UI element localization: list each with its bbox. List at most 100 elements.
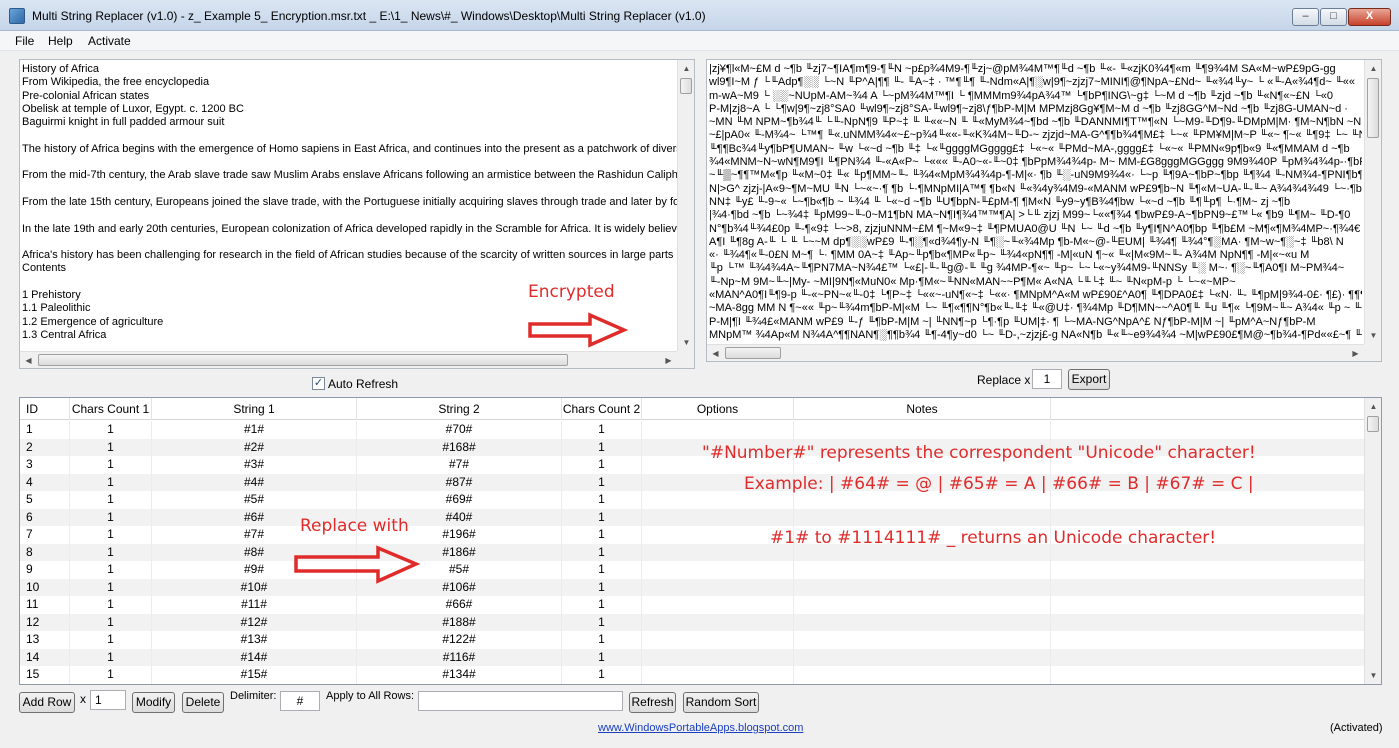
cell-string-2[interactable]: #134# <box>357 666 562 684</box>
minimize-button[interactable]: – <box>1292 8 1319 26</box>
cell-id[interactable]: 14 <box>20 648 70 666</box>
cell-string-1[interactable]: #15# <box>152 666 357 684</box>
cell-options[interactable] <box>642 561 794 579</box>
cell-id[interactable]: 7 <box>20 526 70 544</box>
scroll-left-icon[interactable]: ◀ <box>20 352 37 368</box>
table-row[interactable]: 11 1 #11# #66# 1 <box>20 596 1366 614</box>
cell-chars-count-1[interactable]: 1 <box>70 526 152 544</box>
cell-options[interactable] <box>642 578 794 596</box>
maximize-button[interactable]: □ <box>1320 8 1347 26</box>
cell-chars-count-2[interactable]: 1 <box>562 666 642 684</box>
table-row[interactable]: 12 1 #12# #188# 1 <box>20 613 1366 631</box>
table-row[interactable]: 9 1 #9# #5# 1 <box>20 561 1366 579</box>
cell-string-1[interactable]: #2# <box>152 438 357 456</box>
scroll-thumb[interactable] <box>680 78 692 94</box>
cell-chars-count-2[interactable]: 1 <box>562 543 642 561</box>
scroll-right-icon[interactable]: ▶ <box>660 352 677 368</box>
cell-options[interactable] <box>642 648 794 666</box>
cell-chars-count-2[interactable]: 1 <box>562 491 642 509</box>
cell-id[interactable]: 15 <box>20 666 70 684</box>
cell-string-2[interactable]: #7# <box>357 456 562 474</box>
cell-id[interactable]: 3 <box>20 456 70 474</box>
scroll-down-icon[interactable]: ▼ <box>1365 327 1381 344</box>
cell-string-2[interactable]: #122# <box>357 631 562 649</box>
encrypted-horizontal-scrollbar[interactable]: ◀ ▶ <box>707 344 1364 361</box>
cell-notes[interactable] <box>794 648 1051 666</box>
cell-chars-count-1[interactable]: 1 <box>70 648 152 666</box>
replace-count-input[interactable]: 1 <box>1032 369 1062 389</box>
add-row-button[interactable]: Add Row <box>19 692 75 713</box>
cell-string-2[interactable]: #168# <box>357 438 562 456</box>
cell-id[interactable]: 11 <box>20 596 70 614</box>
cell-notes[interactable] <box>794 666 1051 684</box>
cell-options[interactable] <box>642 508 794 526</box>
cell-notes[interactable] <box>794 578 1051 596</box>
cell-chars-count-2[interactable]: 1 <box>562 508 642 526</box>
column-header-id[interactable]: ID <box>20 398 70 420</box>
column-header-chars-count-2[interactable]: Chars Count 2 <box>562 398 642 420</box>
cell-chars-count-2[interactable]: 1 <box>562 561 642 579</box>
encrypted-text-pane[interactable]: |zj¥¶l«M~£M d ~¶b ╙zj7~¶IA¶m¶9-¶╙N ~p£p¾… <box>706 59 1382 362</box>
encrypted-vertical-scrollbar[interactable]: ▲ ▼ <box>1364 60 1381 344</box>
cell-chars-count-2[interactable]: 1 <box>562 596 642 614</box>
cell-string-1[interactable]: #4# <box>152 473 357 491</box>
scroll-thumb[interactable] <box>38 354 568 366</box>
apply-all-input[interactable] <box>418 691 623 711</box>
menu-help[interactable]: Help <box>48 34 73 48</box>
scroll-up-icon[interactable]: ▲ <box>1365 398 1381 415</box>
scroll-left-icon[interactable]: ◀ <box>707 345 724 361</box>
close-button[interactable]: X <box>1348 8 1391 26</box>
refresh-button[interactable]: Refresh <box>629 692 676 713</box>
cell-string-1[interactable]: #3# <box>152 456 357 474</box>
cell-id[interactable]: 13 <box>20 631 70 649</box>
scroll-right-icon[interactable]: ▶ <box>1347 345 1364 361</box>
scroll-down-icon[interactable]: ▼ <box>1365 667 1381 684</box>
cell-chars-count-1[interactable]: 1 <box>70 543 152 561</box>
scroll-thumb[interactable] <box>725 347 781 359</box>
export-button[interactable]: Export <box>1068 369 1110 390</box>
plain-vertical-scrollbar[interactable]: ▲ ▼ <box>677 60 694 351</box>
row-count-input[interactable]: 1 <box>90 690 126 710</box>
cell-chars-count-2[interactable]: 1 <box>562 526 642 544</box>
cell-chars-count-2[interactable]: 1 <box>562 473 642 491</box>
delimiter-input[interactable]: # <box>280 691 320 711</box>
cell-string-1[interactable]: #12# <box>152 613 357 631</box>
column-header-string-1[interactable]: String 1 <box>152 398 357 420</box>
cell-id[interactable]: 2 <box>20 438 70 456</box>
table-row[interactable]: 15 1 #15# #134# 1 <box>20 666 1366 684</box>
column-header-options[interactable]: Options <box>642 398 794 420</box>
random-sort-button[interactable]: Random Sort <box>683 692 759 713</box>
cell-string-1[interactable]: #14# <box>152 648 357 666</box>
table-row[interactable]: 13 1 #13# #122# 1 <box>20 631 1366 649</box>
cell-chars-count-1[interactable]: 1 <box>70 613 152 631</box>
modify-button[interactable]: Modify <box>132 692 175 713</box>
cell-chars-count-1[interactable]: 1 <box>70 421 152 439</box>
encrypted-text-content[interactable]: |zj¥¶l«M~£M d ~¶b ╙zj7~¶IA¶m¶9-¶╙N ~p£p¾… <box>707 60 1364 344</box>
cell-notes[interactable] <box>794 421 1051 439</box>
menu-activate[interactable]: Activate <box>88 34 131 48</box>
cell-chars-count-1[interactable]: 1 <box>70 631 152 649</box>
scroll-thumb[interactable] <box>1367 78 1379 138</box>
cell-id[interactable]: 12 <box>20 613 70 631</box>
plain-text-content[interactable]: History of Africa From Wikipedia, the fre… <box>20 60 677 351</box>
cell-chars-count-1[interactable]: 1 <box>70 438 152 456</box>
cell-options[interactable] <box>642 421 794 439</box>
cell-string-2[interactable]: #116# <box>357 648 562 666</box>
cell-options[interactable] <box>642 631 794 649</box>
website-link[interactable]: www.WindowsPortableApps.blogspot.com <box>598 722 803 734</box>
column-header-string-2[interactable]: String 2 <box>357 398 562 420</box>
cell-chars-count-2[interactable]: 1 <box>562 613 642 631</box>
cell-chars-count-1[interactable]: 1 <box>70 561 152 579</box>
cell-string-1[interactable]: #13# <box>152 631 357 649</box>
cell-notes[interactable] <box>794 508 1051 526</box>
cell-options[interactable] <box>642 596 794 614</box>
column-header-chars-count-1[interactable]: Chars Count 1 <box>70 398 152 420</box>
cell-string-2[interactable]: #188# <box>357 613 562 631</box>
menu-file[interactable]: File <box>15 34 34 48</box>
cell-options[interactable] <box>642 666 794 684</box>
cell-chars-count-1[interactable]: 1 <box>70 578 152 596</box>
cell-chars-count-2[interactable]: 1 <box>562 648 642 666</box>
cell-id[interactable]: 5 <box>20 491 70 509</box>
scroll-up-icon[interactable]: ▲ <box>1365 60 1381 77</box>
cell-id[interactable]: 4 <box>20 473 70 491</box>
